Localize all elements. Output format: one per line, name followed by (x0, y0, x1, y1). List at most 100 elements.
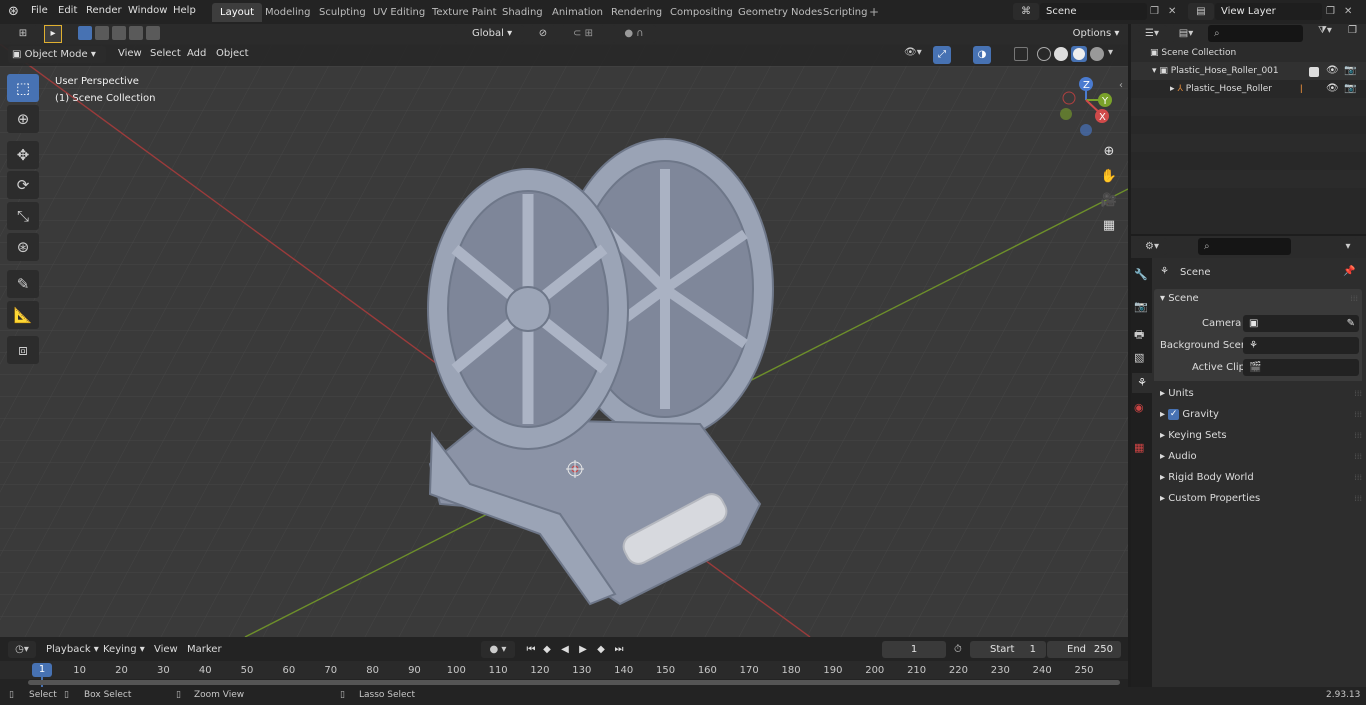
custom-properties-section[interactable]: ▸ Custom Properties ⁞⁞⁞ (1160, 489, 1362, 509)
play-icon[interactable]: ▶ (575, 641, 591, 658)
shading-options-icon[interactable]: ▾ (1108, 47, 1120, 61)
jump-end-icon[interactable]: ⏭ (611, 641, 627, 658)
timeline-view-menu[interactable]: View (154, 644, 178, 655)
object-mode-dropdown[interactable]: ▣ Object Mode ▾ (8, 46, 106, 63)
collection-render-camera-icon[interactable]: 📷 (1344, 65, 1356, 76)
scene-panel-header[interactable]: ▾ Scene ⁞⁞⁞ (1154, 289, 1362, 309)
menu-edit[interactable]: Edit (58, 0, 77, 24)
options-button[interactable]: Options ▾ (1068, 25, 1124, 43)
object-data-icon[interactable]: ǀ (1300, 84, 1303, 94)
tab-shading[interactable]: Shading (494, 3, 551, 22)
view-menu[interactable]: View (118, 48, 142, 59)
outliner-editor-type-icon[interactable]: ☰▾ (1137, 25, 1167, 42)
new-collection-icon[interactable]: ❐ (1348, 25, 1357, 36)
output-tab-icon[interactable]: 🖶 (1134, 326, 1144, 345)
tab-animation[interactable]: Animation (544, 3, 611, 22)
scale-tool-icon[interactable]: ⤡ (7, 202, 39, 230)
add-workspace-icon[interactable]: + (869, 5, 883, 19)
annotate-tool-icon[interactable]: ✎ (7, 270, 39, 298)
active-tool-icon[interactable]: ▸ (44, 25, 62, 43)
display-mode-icon[interactable]: ▤▾ (1171, 25, 1201, 42)
measure-tool-icon[interactable]: 📐 (7, 301, 39, 329)
collection-checkbox[interactable] (1309, 67, 1319, 77)
auto-keying-icon[interactable]: ● ▾ (481, 641, 515, 658)
rigid-body-world-section[interactable]: ▸ Rigid Body World ⁞⁞⁞ (1160, 468, 1362, 488)
playhead-marker[interactable]: 1 (32, 663, 52, 677)
world-tab-icon[interactable]: ◉ (1134, 401, 1144, 414)
pivot-icon[interactable]: ⊘ (530, 25, 556, 43)
object-render-camera-icon[interactable]: 📷 (1344, 83, 1356, 94)
scene-name-field[interactable]: Scene (1040, 3, 1147, 20)
jump-start-icon[interactable]: ⏮ (523, 641, 539, 658)
xray-icon[interactable] (1014, 47, 1028, 61)
view-layer-tab-icon[interactable]: ▧ (1134, 351, 1144, 364)
pan-hand-icon[interactable]: ✋ (1097, 165, 1121, 189)
properties-options-icon[interactable]: ▾ (1338, 238, 1358, 255)
properties-editor-type-icon[interactable]: ⚙▾ (1137, 238, 1167, 255)
view-layer-field[interactable]: View Layer (1215, 3, 1322, 20)
tab-compositing[interactable]: Compositing (662, 3, 741, 22)
visibility-icon[interactable]: 👁▾ (904, 47, 928, 63)
start-frame-field[interactable]: Start 1 (970, 641, 1046, 658)
units-section[interactable]: ▸ Units ⁞⁞⁞ (1160, 384, 1362, 404)
collection-row[interactable]: ▾ ▣ Plastic_Hose_Roller_001 (1152, 66, 1279, 76)
cursor-tool-icon[interactable]: ⊕ (7, 105, 39, 133)
tab-rendering[interactable]: Rendering (603, 3, 670, 22)
ortho-grid-icon[interactable]: ▦ (1097, 214, 1121, 238)
select-menu[interactable]: Select (150, 48, 181, 59)
scene-collection-row[interactable]: ▣ Scene Collection (1150, 48, 1236, 58)
material-shading-icon[interactable] (1071, 46, 1087, 62)
tab-texture-paint[interactable]: Texture Paint (424, 3, 505, 22)
menu-render[interactable]: Render (86, 0, 122, 24)
add-menu[interactable]: Add (187, 48, 206, 59)
3d-viewport[interactable] (0, 44, 1128, 637)
tab-uv-editing[interactable]: UV Editing (365, 3, 433, 22)
render-tab-icon[interactable]: 📷 (1134, 300, 1148, 313)
proportional-edit-icon[interactable]: ● ∩ (612, 25, 656, 43)
zoom-icon[interactable]: ⊕ (1097, 140, 1121, 164)
new-scene-icon[interactable]: ❐ (1150, 3, 1166, 20)
timeline-scrollbar[interactable] (28, 680, 1120, 685)
keying-sets-section[interactable]: ▸ Keying Sets ⁞⁞⁞ (1160, 426, 1362, 446)
move-tool-icon[interactable]: ✥ (7, 141, 39, 169)
menu-help[interactable]: Help (173, 0, 196, 24)
select-mode-subtract-icon[interactable] (112, 26, 126, 40)
wireframe-shading-icon[interactable] (1037, 47, 1051, 61)
timeline-editor-type-icon[interactable]: ◷▾ (8, 641, 36, 658)
outliner-search-input[interactable]: ⌕ (1208, 25, 1303, 42)
properties-search-input[interactable]: ⌕ (1198, 238, 1291, 255)
transform-tool-icon[interactable]: ⊛ (7, 233, 39, 261)
navigation-gizmo[interactable]: Z Y X (1055, 74, 1119, 138)
tab-modeling[interactable]: Modeling (257, 3, 319, 22)
gravity-checkbox[interactable]: ✓ (1168, 408, 1180, 420)
select-mode-extend-icon[interactable] (95, 26, 109, 40)
snap-icon[interactable]: ⊂ ⊞ (561, 25, 605, 43)
menu-file[interactable]: File (31, 0, 48, 24)
rendered-shading-icon[interactable] (1090, 47, 1104, 61)
new-view-layer-icon[interactable]: ❐ (1326, 3, 1342, 20)
tool-tab-icon[interactable]: 🔧 (1134, 268, 1148, 281)
editor-type-icon[interactable]: ⊞ (8, 25, 38, 43)
end-frame-field[interactable]: End 250 (1047, 641, 1121, 658)
playback-menu[interactable]: Playback ▾ (46, 644, 99, 655)
select-mode-new-icon[interactable] (78, 26, 92, 40)
delete-view-layer-icon[interactable]: ✕ (1344, 3, 1358, 20)
select-box-tool-icon[interactable]: ⬚ (7, 74, 39, 102)
view-layer-browse-icon[interactable]: ▤ (1188, 3, 1214, 20)
overlay-toggle-icon[interactable]: ◑ (973, 46, 991, 64)
rotate-tool-icon[interactable]: ⟳ (7, 171, 39, 199)
next-keyframe-icon[interactable]: ◆ (593, 641, 609, 658)
collection-visibility-eye-icon[interactable]: 👁 (1326, 65, 1339, 76)
select-mode-invert-icon[interactable] (129, 26, 143, 40)
keying-menu[interactable]: Keying ▾ (103, 644, 145, 655)
prev-keyframe-icon[interactable]: ◆ (539, 641, 555, 658)
scene-tab-icon[interactable]: ⚘ (1132, 373, 1152, 393)
camera-view-icon[interactable]: 🎥 (1097, 189, 1121, 213)
active-clip-field[interactable]: 🎬 (1243, 359, 1359, 376)
preview-range-icon[interactable]: ⏱ (954, 641, 962, 658)
marker-menu[interactable]: Marker (187, 644, 222, 655)
gravity-section[interactable]: ▸ ✓ Gravity ⁞⁞⁞ (1160, 405, 1362, 425)
select-mode-intersect-icon[interactable] (146, 26, 160, 40)
object-visibility-eye-icon[interactable]: 👁 (1326, 83, 1339, 94)
camera-field[interactable]: ▣ ✎ (1243, 315, 1359, 332)
